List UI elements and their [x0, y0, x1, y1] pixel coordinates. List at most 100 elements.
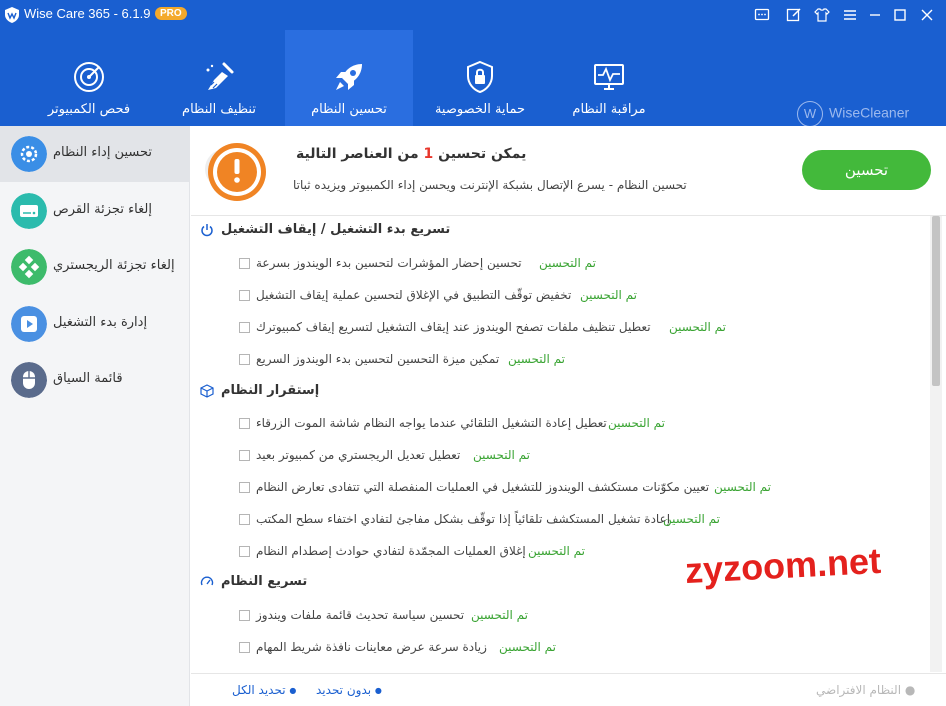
item-status: تم التحسين — [471, 608, 528, 622]
nav-tab-monitor[interactable]: مراقبة النظام — [548, 30, 670, 126]
sidebar-item-label: إلغاء تجزئة القرص — [53, 202, 152, 217]
bullet-dot: ● — [904, 683, 916, 697]
item-checkbox[interactable] — [239, 450, 250, 461]
close-icon[interactable] — [918, 6, 936, 24]
optimize-button[interactable]: تحسين — [802, 150, 931, 190]
item-label: زيادة سرعة عرض معاينات نافذة شريط المهام — [256, 640, 487, 654]
nav-tab-scan[interactable]: فحص الكمبيوتر — [30, 30, 148, 126]
item-label: إغلاق العمليات المجمّدة لتفادي حوادث إصط… — [256, 544, 526, 558]
summary-description: تحسين النظام - يسرع الإتصال بشبكة الإنتر… — [293, 178, 687, 192]
item-checkbox[interactable] — [239, 354, 250, 365]
warning-icon — [205, 143, 266, 201]
wisecleaner-logo-icon: W — [797, 101, 823, 127]
registry-icon — [11, 249, 47, 285]
nav-tab-optimize[interactable]: تحسين النظام — [285, 30, 413, 126]
system-default-link: ● النظام الافتراضي — [816, 683, 915, 697]
item-label: تعطيل تعديل الريجستري من كمبيوتر بعيد — [256, 448, 461, 462]
wisecleaner-brand[interactable]: W WiseCleaner — [797, 101, 909, 127]
item-status: تم التحسين — [473, 448, 530, 462]
bullet-dot: ● — [289, 686, 297, 695]
sidebar-item-disk-defrag[interactable]: إلغاء تجزئة القرص — [0, 183, 190, 239]
nav-label: حماية الخصوصية — [434, 102, 526, 117]
summary-title-suffix: من العناصر التالية — [296, 146, 419, 162]
rocket-icon — [336, 64, 362, 90]
sidebar-item-registry-defrag[interactable]: إلغاء تجزئة الريجستري — [0, 239, 190, 295]
item-status: تم التحسين — [669, 320, 726, 334]
item-checkbox[interactable] — [239, 482, 250, 493]
item-label: تحسين إحضار المؤشرات لتحسين بدء الويندوز… — [256, 256, 522, 270]
item-label: تعيين مكوّنات مستكشف الويندوز للتشغيل في… — [256, 480, 710, 494]
sidebar-item-label: تحسين إداء النظام — [53, 145, 152, 160]
item-status: تم التحسين — [508, 352, 565, 366]
pro-badge: PRO — [155, 7, 187, 20]
item-checkbox[interactable] — [239, 642, 250, 653]
shield-lock-icon — [467, 60, 493, 94]
section-title: تسريع النظام — [221, 574, 308, 589]
scan-target-icon — [74, 62, 104, 92]
sidebar: تحسين إداء النظام إلغاء تجزئة القرص إلغا… — [0, 126, 190, 706]
system-default-label: النظام الافتراضي — [816, 683, 902, 697]
select-none-label: بدون تحديد — [316, 683, 372, 697]
title-bar: Wise Care 365 - 6.1.9 PRO — [0, 0, 946, 30]
item-status: تم التحسين — [663, 512, 720, 526]
skin-icon[interactable] — [813, 6, 831, 24]
select-all-label: تحديد الكل — [232, 683, 286, 697]
cube-icon — [200, 384, 214, 398]
disk-icon — [11, 193, 47, 229]
item-checkbox[interactable] — [239, 514, 250, 525]
item-label: تعطيل تنظيف ملفات تصفح الويندوز عند إيقا… — [256, 320, 651, 334]
section-title: إستقرار النظام — [221, 383, 320, 398]
chat-icon[interactable] — [753, 6, 771, 24]
item-label: تمكين ميزة التحسين لتحسين بدء الويندوز ا… — [256, 352, 500, 366]
item-checkbox[interactable] — [239, 418, 250, 429]
nav-label: فحص الكمبيوتر — [47, 102, 131, 117]
gear-icon — [11, 136, 47, 172]
startup-icon — [11, 306, 47, 342]
section-title: تسريع بدء التشغيل / إيقاف التشغيل — [221, 222, 451, 237]
summary-title: يمكن تحسين 1 من العناصر التالية — [296, 146, 526, 162]
nav-tab-clean[interactable]: تنظيف النظام — [160, 30, 278, 126]
monitor-pulse-icon — [594, 64, 624, 90]
item-checkbox[interactable] — [239, 546, 250, 557]
item-checkbox[interactable] — [239, 610, 250, 621]
edit-icon[interactable] — [785, 6, 803, 24]
summary-title-prefix: يمكن تحسين — [438, 146, 527, 162]
sidebar-item-label: قائمة السياق — [53, 371, 123, 386]
item-label: تحسين سياسة تحديث قائمة ملفات ويندوز — [256, 608, 465, 622]
item-checkbox[interactable] — [239, 258, 250, 269]
item-status: تم التحسين — [714, 480, 771, 494]
item-checkbox[interactable] — [239, 290, 250, 301]
menu-icon[interactable] — [841, 6, 859, 24]
nav-tab-privacy[interactable]: حماية الخصوصية — [418, 30, 542, 126]
minimize-icon[interactable] — [866, 6, 884, 24]
item-checkbox[interactable] — [239, 322, 250, 333]
item-label: تعطيل إعادة التشغيل التلقائي عندما يواجه… — [256, 416, 607, 430]
app-logo-icon — [5, 7, 19, 23]
item-label: تخفيض توقّف التطبيق في الإغلاق لتحسين عم… — [256, 288, 572, 302]
app-title: Wise Care 365 - 6.1.9 — [24, 6, 151, 21]
speedometer-icon — [200, 576, 214, 586]
maximize-icon[interactable] — [891, 6, 909, 24]
sidebar-item-context-menu[interactable]: قائمة السياق — [0, 352, 190, 408]
sidebar-item-startup-manager[interactable]: إدارة بدء التشغيل — [0, 296, 190, 352]
select-none-link[interactable]: ● بدون تحديد — [316, 683, 382, 697]
item-status: تم التحسين — [608, 416, 665, 430]
main-nav: فحص الكمبيوتر تنظيف النظام تحسين النظام … — [0, 30, 946, 127]
nav-label: مراقبة النظام — [572, 102, 646, 117]
nav-label: تنظيف النظام — [182, 102, 256, 117]
item-status: تم التحسين — [499, 640, 556, 654]
select-all-link[interactable]: ● تحديد الكل — [232, 683, 296, 697]
sidebar-item-label: إدارة بدء التشغيل — [53, 315, 148, 330]
issue-count: 1 — [423, 146, 434, 162]
mouse-icon — [11, 362, 47, 398]
scrollbar-thumb[interactable] — [932, 216, 940, 386]
sidebar-item-system-tuneup[interactable]: تحسين إداء النظام — [0, 126, 190, 182]
list-scrollbar[interactable] — [930, 216, 942, 672]
optimization-list — [191, 217, 946, 673]
item-status: تم التحسين — [539, 256, 596, 270]
item-status: تم التحسين — [580, 288, 637, 302]
item-status: تم التحسين — [528, 544, 585, 558]
broom-icon — [206, 62, 234, 90]
bullet-dot: ● — [374, 686, 382, 695]
nav-label: تحسين النظام — [311, 102, 387, 117]
